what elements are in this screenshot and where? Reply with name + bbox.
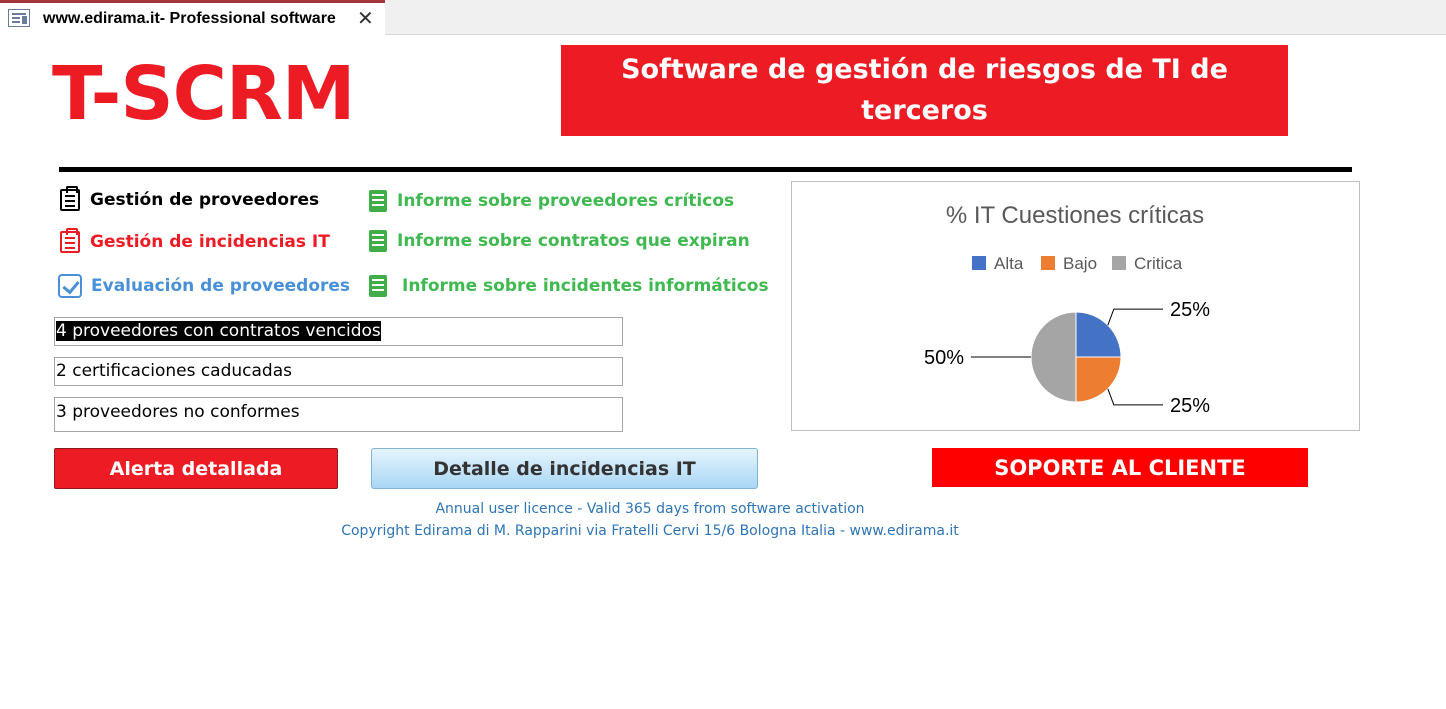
app-logo: T-SCRM [52,51,356,137]
menu-report-critical-suppliers[interactable]: Informe sobre proveedores críticos [369,188,734,214]
chart-title: % IT Cuestiones críticas [946,202,1204,229]
alert-nonconforming-suppliers[interactable]: 3 proveedores no conformes [54,397,623,432]
header-divider [59,167,1352,172]
critical-issues-chart: % IT Cuestiones críticas Alta Bajo Critica… [791,181,1360,431]
menu-report-expiring-contracts[interactable]: Informe sobre contratos que expiran [369,228,750,254]
clipboard-icon [60,228,80,253]
form-icon [8,9,30,27]
menu-label: Evaluación de proveedores [91,276,351,296]
copyright-text: Copyright Edirama di M. Rapparini via Fr… [341,523,959,539]
legend-swatch-critica [1112,256,1126,270]
it-incident-detail-button[interactable]: Detalle de incidencias IT [371,448,758,489]
clipboard-icon [60,186,80,211]
alert-text: 2 certificaciones caducadas [56,361,292,381]
menu-incident-management[interactable]: Gestión de incidencias IT [60,228,330,255]
menu-label: Informe sobre incidentes informáticos [402,276,769,296]
pie-chart-svg: % IT Cuestiones críticas Alta Bajo Critica… [924,202,1210,417]
banner-line-1: Software de gestión de riesgos de TI de … [621,54,1228,126]
leader-line-alta [1107,308,1163,326]
tab-strip: www.edirama.it- Professional software ✕ [0,0,1446,35]
menu-supplier-evaluation[interactable]: Evaluación de proveedores [58,273,350,299]
detailed-alert-button[interactable]: Alerta detallada [54,448,338,489]
data-label-alta: 25% [1170,299,1210,321]
data-label-bajo: 25% [1170,395,1210,417]
legend-swatch-bajo [1041,256,1055,270]
legend-label-critica: Critica [1134,254,1183,273]
menu-label: Gestión de incidencias IT [90,232,330,252]
alert-text: 3 proveedores no conformes [56,402,300,422]
tab-title: www.edirama.it- Professional software [43,10,336,27]
menu-label: Informe sobre proveedores críticos [397,191,735,211]
licence-text: Annual user licence - Valid 365 days fro… [435,501,865,517]
legend-label-bajo: Bajo [1063,254,1097,273]
pie-slice-critica [1030,311,1077,403]
checkbox-icon [58,274,82,298]
banner-line-2: y de la cadena de suministro [705,136,1144,167]
report-icon [369,230,387,252]
title-banner: Software de gestión de riesgos de TI de … [561,45,1288,167]
chart-legend: Alta Bajo Critica [972,254,1183,273]
legend-swatch-alta [972,256,986,270]
close-icon[interactable]: ✕ [357,7,374,29]
leader-line-bajo [1107,388,1163,406]
document-tab[interactable]: www.edirama.it- Professional software ✕ [0,0,385,35]
legend-label-alta: Alta [994,254,1024,273]
alert-expired-certifications[interactable]: 2 certificaciones caducadas [54,357,623,386]
menu-label: Informe sobre contratos que expiran [397,231,750,251]
report-icon [369,190,387,212]
menu-report-it-incidents[interactable]: Informe sobre incidentes informáticos [369,273,769,299]
chart-slices [1030,311,1122,403]
pie-slice-bajo [1075,356,1122,403]
menu-supplier-management[interactable]: Gestión de proveedores [60,186,320,213]
customer-support-button[interactable]: SOPORTE AL CLIENTE [932,448,1308,487]
alert-expired-contracts[interactable]: 4 proveedores con contratos vencidos [54,317,623,346]
pie-slice-alta [1075,311,1122,358]
menu-label: Gestión de proveedores [90,190,320,210]
report-icon [369,275,387,297]
alert-text: 4 proveedores con contratos vencidos [56,321,381,341]
data-label-critica: 50% [924,347,964,369]
